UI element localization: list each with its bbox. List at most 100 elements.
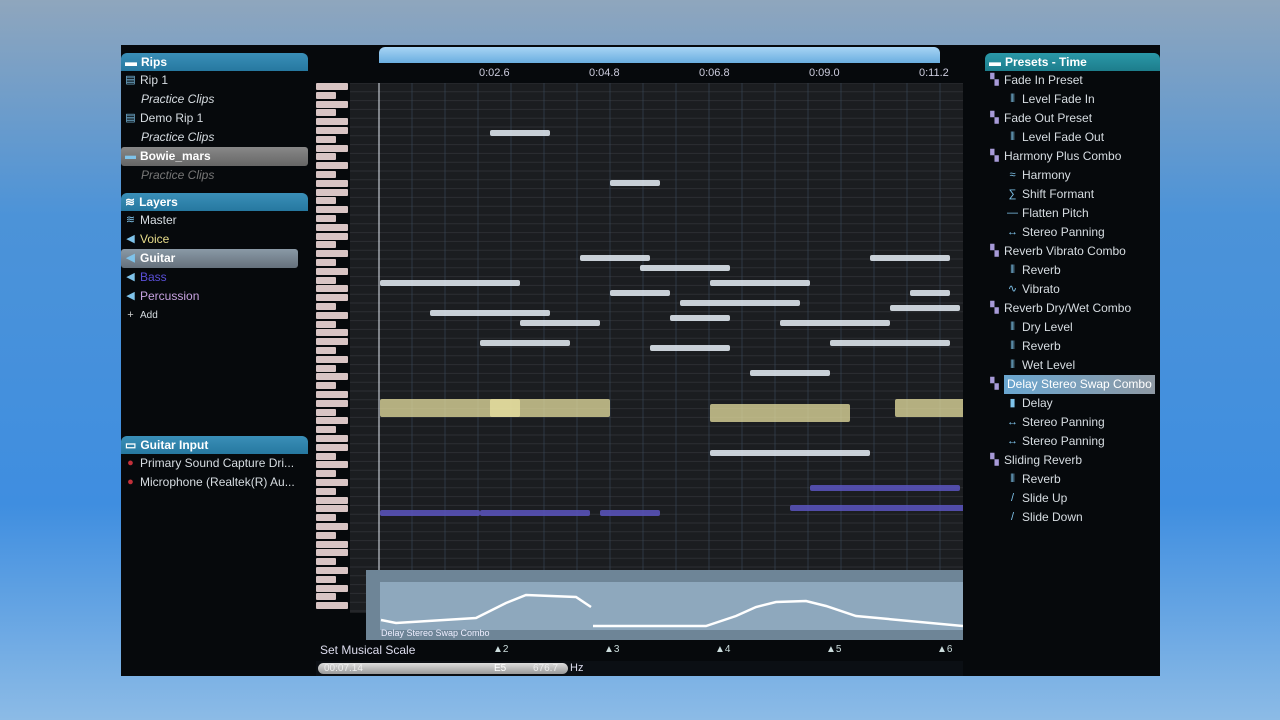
piano-key[interactable] xyxy=(316,355,348,363)
piano-key[interactable] xyxy=(316,549,348,557)
piano-key[interactable] xyxy=(316,470,336,478)
preset-group[interactable]: ▚ Delay Stereo Swap Combo xyxy=(985,375,1160,394)
preset-group[interactable]: ▚ Harmony Plus Combo xyxy=(985,147,1160,166)
piano-key[interactable] xyxy=(316,144,348,152)
preset-effect[interactable]: ⦀ Level Fade In xyxy=(985,90,1160,109)
piano-key[interactable] xyxy=(316,162,348,170)
piano-key[interactable] xyxy=(316,338,348,346)
piano-key[interactable] xyxy=(316,540,348,548)
layer-master[interactable]: ≋ Master xyxy=(121,211,308,230)
piano-key[interactable] xyxy=(316,294,348,302)
preset-effect[interactable]: — Flatten Pitch xyxy=(985,204,1160,223)
rip-item[interactable]: Practice Clips xyxy=(121,128,308,147)
piano-key[interactable] xyxy=(316,83,348,90)
piano-key[interactable] xyxy=(316,118,348,126)
rip-item[interactable]: ▬ Bowie_mars xyxy=(121,147,308,166)
piano-key[interactable] xyxy=(316,311,348,319)
piano-keyboard[interactable] xyxy=(316,83,348,613)
piano-key[interactable] xyxy=(316,373,348,381)
marker[interactable]: ▲3 xyxy=(604,640,619,660)
piano-key[interactable] xyxy=(316,179,348,187)
position-field[interactable]: 00:07.14 E5 676.7 xyxy=(318,663,568,674)
piano-key[interactable] xyxy=(316,567,348,574)
piano-key[interactable] xyxy=(316,100,348,108)
piano-key[interactable] xyxy=(316,602,348,610)
piano-key[interactable] xyxy=(316,391,348,398)
timeline-scrollbar[interactable] xyxy=(379,47,940,63)
rip-item[interactable]: Practice Clips xyxy=(121,166,308,185)
piano-key[interactable] xyxy=(316,223,348,231)
piano-key[interactable] xyxy=(316,197,336,205)
piano-key[interactable] xyxy=(316,487,336,495)
piano-key[interactable] xyxy=(316,364,336,372)
piano-key[interactable] xyxy=(316,408,336,416)
piano-key[interactable] xyxy=(316,232,348,240)
piano-key[interactable] xyxy=(316,188,348,196)
piano-key[interactable] xyxy=(316,259,336,266)
preset-effect[interactable]: ↔ Stereo Panning xyxy=(985,413,1160,432)
preset-effect[interactable]: ⦀ Dry Level xyxy=(985,318,1160,337)
preset-effect[interactable]: ↔ Stereo Panning xyxy=(985,432,1160,451)
piano-key[interactable] xyxy=(316,593,336,601)
marker[interactable]: ▲6 xyxy=(937,640,952,660)
preset-effect[interactable]: ⦀ Level Fade Out xyxy=(985,128,1160,147)
piano-key[interactable] xyxy=(316,153,336,161)
piano-key[interactable] xyxy=(316,399,348,407)
piano-key[interactable] xyxy=(316,91,336,99)
layer-guitar[interactable]: ◀ Guitar xyxy=(121,249,298,268)
piano-key[interactable] xyxy=(316,171,336,178)
rips-header[interactable]: ▬ Rips xyxy=(121,53,308,71)
preset-effect[interactable]: ∿ Vibrato xyxy=(985,280,1160,299)
preset-effect[interactable]: ⫴ Reverb xyxy=(985,261,1160,280)
piano-key[interactable] xyxy=(316,241,336,249)
automation-lane[interactable]: Delay Stereo Swap Combo xyxy=(366,570,964,640)
preset-effect[interactable]: / Slide Up xyxy=(985,489,1160,508)
preset-effect[interactable]: ▮ Delay xyxy=(985,394,1160,413)
piano-key[interactable] xyxy=(316,250,348,258)
piano-key[interactable] xyxy=(316,575,336,583)
piano-key[interactable] xyxy=(316,127,348,134)
layer-bass[interactable]: ◀ Bass xyxy=(121,268,308,287)
preset-effect[interactable]: ≈ Harmony xyxy=(985,166,1160,185)
piano-key[interactable] xyxy=(316,443,348,451)
piano-key[interactable] xyxy=(316,479,348,486)
preset-group[interactable]: ▚ Fade Out Preset xyxy=(985,109,1160,128)
piano-key[interactable] xyxy=(316,303,336,310)
piano-key[interactable] xyxy=(316,215,336,222)
preset-effect[interactable]: ⦀ Wet Level xyxy=(985,356,1160,375)
piano-key[interactable] xyxy=(316,452,336,460)
preset-effect[interactable]: / Slide Down xyxy=(985,508,1160,527)
piano-key[interactable] xyxy=(316,135,336,143)
piano-key[interactable] xyxy=(316,347,336,354)
set-musical-scale-button[interactable]: Set Musical Scale xyxy=(320,643,415,657)
presets-header[interactable]: ▬ Presets - Time xyxy=(985,53,1160,71)
preset-effect[interactable]: ∑ Shift Formant xyxy=(985,185,1160,204)
piano-key[interactable] xyxy=(316,523,348,530)
preset-group[interactable]: ▚ Reverb Dry/Wet Combo xyxy=(985,299,1160,318)
piano-key[interactable] xyxy=(316,320,336,328)
piano-key[interactable] xyxy=(316,426,336,434)
preset-effect[interactable]: ↔ Stereo Panning xyxy=(985,223,1160,242)
piano-key[interactable] xyxy=(316,109,336,117)
piano-key[interactable] xyxy=(316,514,336,522)
rip-item[interactable]: Practice Clips xyxy=(121,90,308,109)
layer-percussion[interactable]: ◀ Percussion xyxy=(121,287,308,306)
layers-header[interactable]: ≋ Layers xyxy=(121,193,308,211)
piano-key[interactable] xyxy=(316,531,336,539)
pitch-grid[interactable] xyxy=(350,83,963,613)
input-device[interactable]: ● Microphone (Realtek(R) Au... xyxy=(121,473,308,492)
preset-effect[interactable]: ⫴ Reverb xyxy=(985,470,1160,489)
preset-group[interactable]: ▚ Fade In Preset xyxy=(985,71,1160,90)
input-device[interactable]: ● Primary Sound Capture Dri... xyxy=(121,454,308,473)
piano-key[interactable] xyxy=(316,584,348,592)
piano-key[interactable] xyxy=(316,417,348,425)
piano-key[interactable] xyxy=(316,382,336,390)
piano-key[interactable] xyxy=(316,285,348,293)
rip-item[interactable]: ▤ Demo Rip 1 xyxy=(121,109,308,128)
piano-key[interactable] xyxy=(316,461,348,469)
marker[interactable]: ▲4 xyxy=(715,640,730,660)
piano-key[interactable] xyxy=(316,558,336,566)
piano-key[interactable] xyxy=(316,496,348,504)
piano-key[interactable] xyxy=(316,435,348,442)
piano-key[interactable] xyxy=(316,329,348,337)
